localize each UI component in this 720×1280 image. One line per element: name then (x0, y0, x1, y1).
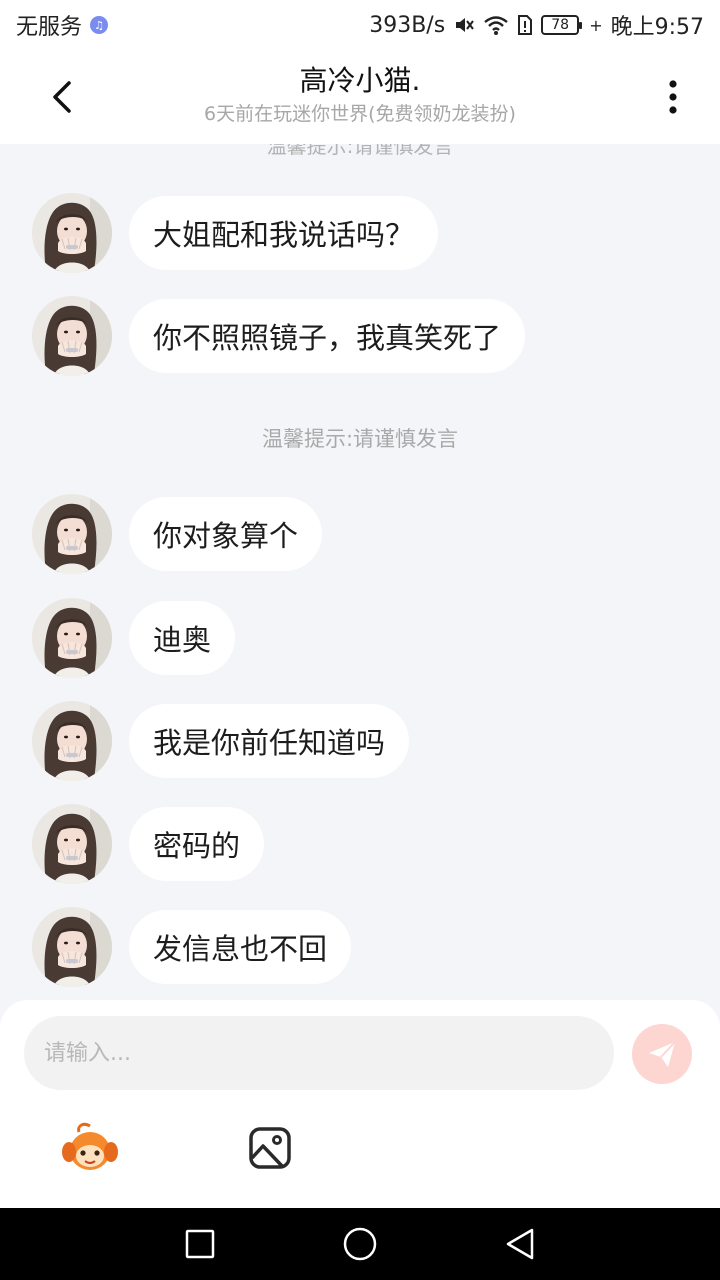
system-nav-bar (0, 1208, 720, 1280)
charging-icon: + (589, 15, 603, 35)
back-arrow-icon (53, 81, 71, 113)
avatar[interactable] (32, 598, 112, 678)
message-row: 你对象算个 (32, 494, 323, 574)
message-bubble[interactable]: 你对象算个 (129, 497, 323, 571)
sim-alert-icon (517, 14, 533, 36)
message-bubble[interactable]: 迪奥 (129, 601, 236, 675)
message-row: 我是你前任知道吗 (32, 701, 410, 781)
back-nav-button[interactable] (500, 1224, 540, 1264)
emoji-mascot-icon (62, 1122, 118, 1170)
avatar[interactable] (32, 193, 112, 273)
home-icon (343, 1227, 377, 1261)
status-left: 无服务 ♫ (16, 9, 109, 41)
avatar[interactable] (32, 907, 112, 987)
back-icon (506, 1228, 534, 1260)
message-row: 迪奥 (32, 598, 236, 678)
chat-title: 高冷小猫. (299, 64, 421, 97)
chat-subtitle: 6天前在玩迷你世界(免费领奶龙装扮) (204, 103, 516, 125)
recent-apps-button[interactable] (180, 1224, 220, 1264)
send-icon (649, 1041, 676, 1067)
more-vertical-icon (669, 80, 677, 114)
carrier-label: 无服务 (16, 15, 83, 40)
mute-icon (453, 14, 475, 36)
message-row: 你不照照镜子，我真笑死了 (32, 296, 526, 376)
message-bubble[interactable]: 我是你前任知道吗 (129, 704, 410, 778)
avatar[interactable] (32, 701, 112, 781)
message-row: 大姐配和我说话吗？ (32, 193, 439, 273)
clock: 晚上9:57 (610, 15, 704, 40)
image-icon (249, 1127, 291, 1169)
composer (0, 1000, 720, 1208)
image-button[interactable] (240, 1118, 300, 1178)
send-button[interactable] (632, 1024, 692, 1084)
home-button[interactable] (340, 1224, 380, 1264)
message-input[interactable] (24, 1016, 614, 1090)
status-right: 393B/s 78 + 晚上9:57 (369, 9, 704, 41)
system-tip-clipped: 温馨提示:请谨慎发言 (266, 144, 454, 158)
message-row: 密码的 (32, 804, 265, 884)
avatar[interactable] (32, 296, 112, 376)
message-bubble[interactable]: 发信息也不回 (129, 910, 352, 984)
title-block: 高冷小猫. 6天前在玩迷你世界(免费领奶龙装扮) (120, 62, 600, 128)
message-bubble[interactable]: 密码的 (129, 807, 265, 881)
message-list[interactable]: 温馨提示:请谨慎发言 大姐配和我说话吗？ 你不照照镜子，我真笑死了 温馨提示:请… (0, 144, 720, 1000)
message-bubble[interactable]: 你不照照镜子，我真笑死了 (129, 299, 526, 373)
avatar[interactable] (32, 494, 112, 574)
status-bar: 无服务 ♫ 393B/s 78 + 晚上9:57 (0, 0, 720, 50)
net-speed: 393B/s (369, 12, 446, 38)
music-icon: ♫ (90, 16, 109, 34)
avatar[interactable] (32, 804, 112, 884)
message-bubble[interactable]: 大姐配和我说话吗？ (129, 196, 439, 270)
more-options-button[interactable] (648, 72, 698, 122)
battery-level: 78 (551, 17, 570, 33)
emoji-button[interactable] (60, 1118, 120, 1178)
system-tip: 温馨提示:请谨慎发言 (261, 427, 459, 451)
wifi-icon (483, 14, 509, 36)
message-row: 发信息也不回 (32, 907, 352, 987)
recent-apps-icon (185, 1229, 215, 1259)
back-button[interactable] (38, 72, 88, 122)
battery-icon: 78 (541, 15, 583, 35)
chat-header: 高冷小猫. 6天前在玩迷你世界(免费领奶龙装扮) (0, 50, 720, 144)
